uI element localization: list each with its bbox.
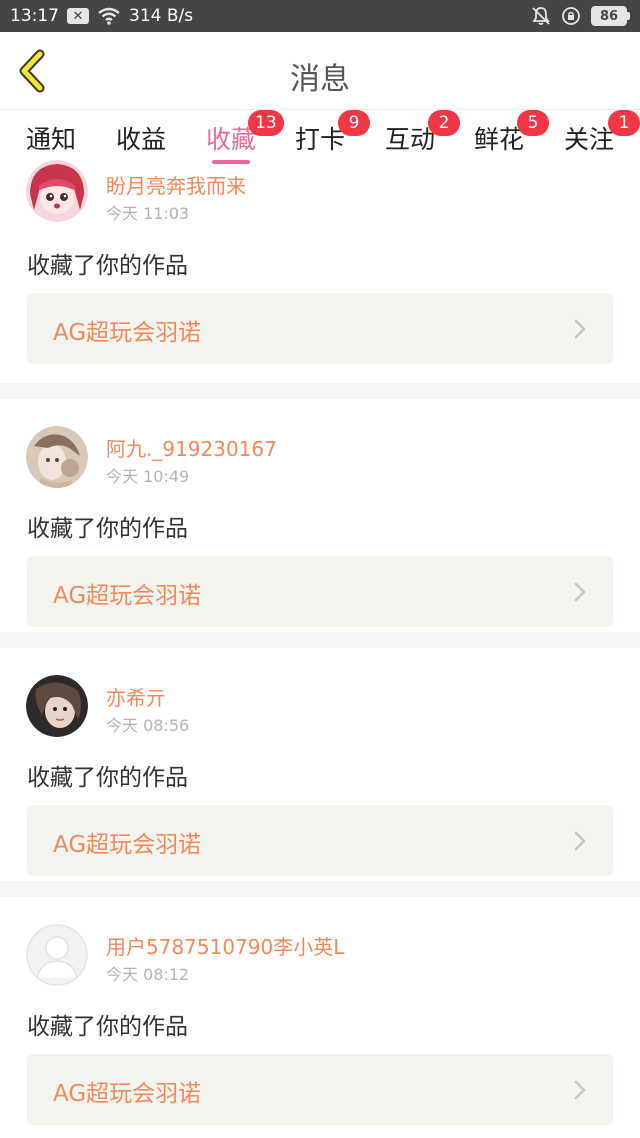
work-title: AG超玩会羽诺 xyxy=(53,1081,202,1107)
list-item: 盼月亮奔我而来 今天 11:03 收藏了你的作品 AG超玩会羽诺 xyxy=(0,160,640,383)
anime-girl-avatar-icon xyxy=(26,160,88,222)
timestamp: 今天 11:03 xyxy=(106,204,190,223)
username[interactable]: 用户5787510790李小英L xyxy=(106,931,344,960)
list-item: 用户5787510790李小英L 今天 08:12 收藏了你的作品 AG超玩会羽… xyxy=(0,897,640,1130)
tab-interaction[interactable]: 互动 2 xyxy=(385,110,460,164)
chevron-right-icon xyxy=(574,1080,586,1100)
work-title: AG超玩会羽诺 xyxy=(53,832,202,858)
avatar[interactable] xyxy=(26,160,88,222)
avatar[interactable] xyxy=(26,924,88,986)
status-time: 13:17 xyxy=(10,6,59,26)
tab-label: 通知 xyxy=(26,125,77,154)
network-speed: 314 B/s xyxy=(129,6,194,26)
username[interactable]: 亦希亓 xyxy=(106,682,166,711)
list-item: 阿九._919230167 今天 10:49 收藏了你的作品 AG超玩会羽诺 xyxy=(0,399,640,632)
chevron-right-icon xyxy=(574,582,586,602)
wifi-icon xyxy=(98,7,120,25)
avatar[interactable] xyxy=(26,426,88,488)
message-feed: 盼月亮奔我而来 今天 11:03 收藏了你的作品 AG超玩会羽诺 阿九._919… xyxy=(0,160,640,1130)
tab-earnings[interactable]: 收益 xyxy=(116,120,166,164)
divider xyxy=(0,881,640,897)
tab-label: 收益 xyxy=(116,125,167,154)
work-link[interactable]: AG超玩会羽诺 xyxy=(27,805,613,876)
timestamp: 今天 10:49 xyxy=(106,467,190,486)
avatar[interactable] xyxy=(26,675,88,737)
header: 消息 xyxy=(0,32,640,110)
tab-notifications[interactable]: 通知 xyxy=(26,120,76,164)
work-link[interactable]: AG超玩会羽诺 xyxy=(27,556,613,627)
action-text: 收藏了你的作品 xyxy=(27,1014,188,1040)
tab-favorites[interactable]: 收藏 13 xyxy=(206,110,284,164)
divider xyxy=(0,383,640,399)
tab-badge-following: 1 xyxy=(608,110,640,136)
dark-photo-avatar-icon xyxy=(26,675,88,737)
tab-checkin[interactable]: 打卡 9 xyxy=(295,110,370,164)
username[interactable]: 盼月亮奔我而来 xyxy=(106,170,246,199)
bell-muted-icon xyxy=(532,7,550,25)
notification-x-icon: ✕ xyxy=(67,8,89,24)
battery-level: 86 xyxy=(591,6,627,26)
tab-badge-favorites: 13 xyxy=(248,110,284,136)
page-title: 消息 xyxy=(290,62,350,97)
photo-avatar-icon xyxy=(26,426,88,488)
chevron-right-icon xyxy=(574,319,586,339)
lock-rotation-icon xyxy=(562,7,580,25)
username[interactable]: 阿九._919230167 xyxy=(106,433,277,462)
tab-bar: 通知 收益 收藏 13 打卡 9 互动 2 鲜花 5 关注 1 xyxy=(0,110,640,166)
tab-badge-interaction: 2 xyxy=(428,110,460,136)
action-text: 收藏了你的作品 xyxy=(27,253,188,279)
battery-icon: 86 xyxy=(591,6,630,26)
default-user-avatar-icon xyxy=(26,924,88,986)
active-tab-indicator xyxy=(212,160,251,164)
action-text: 收藏了你的作品 xyxy=(27,516,188,542)
tab-badge-checkin: 9 xyxy=(338,110,370,136)
list-item: 亦希亓 今天 08:56 收藏了你的作品 AG超玩会羽诺 xyxy=(0,648,640,881)
tab-badge-flowers: 5 xyxy=(517,110,549,136)
status-bar: 13:17 ✕ 314 B/s 86 xyxy=(0,0,640,32)
work-title: AG超玩会羽诺 xyxy=(53,583,202,609)
divider xyxy=(0,632,640,648)
action-text: 收藏了你的作品 xyxy=(27,765,188,791)
tab-label: 关注 xyxy=(564,125,615,154)
chevron-right-icon xyxy=(574,831,586,851)
work-title: AG超玩会羽诺 xyxy=(53,320,202,346)
timestamp: 今天 08:56 xyxy=(106,716,190,735)
work-link[interactable]: AG超玩会羽诺 xyxy=(27,293,613,364)
tab-following[interactable]: 关注 1 xyxy=(564,110,640,164)
work-link[interactable]: AG超玩会羽诺 xyxy=(27,1054,613,1125)
timestamp: 今天 08:12 xyxy=(106,965,190,984)
tab-flowers[interactable]: 鲜花 5 xyxy=(474,110,549,164)
